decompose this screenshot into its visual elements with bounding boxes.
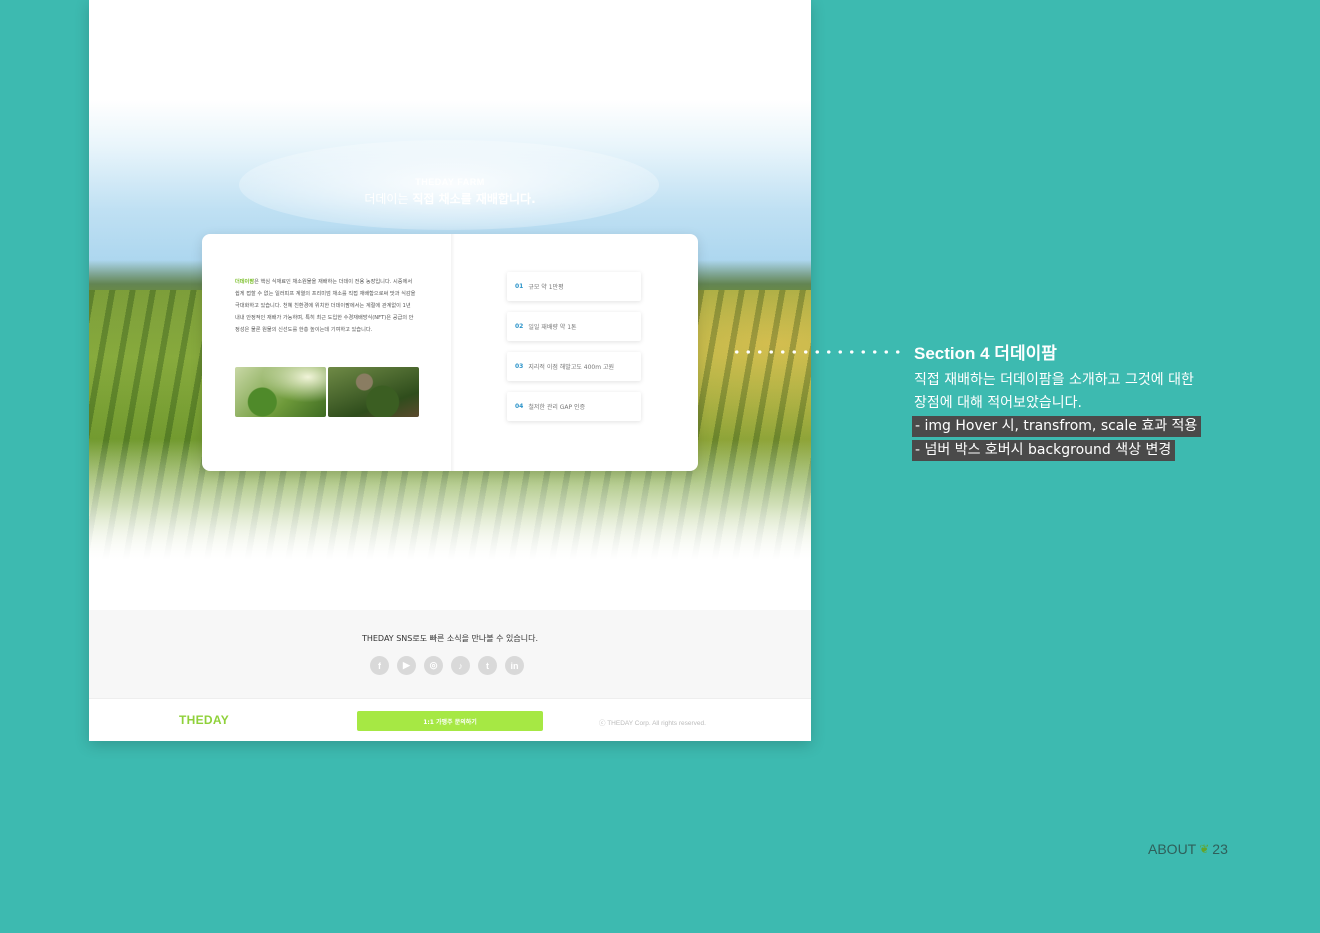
website-mockup: THEDAY FARM 더데이는 직접 채소를 재배합니다. 더데이팜은 핵심 …	[89, 0, 811, 741]
farm-intro-text: 더데이팜은 핵심 식재료인 채소원물을 재배하는 더데이 전용 농장입니다. 시…	[235, 279, 416, 333]
section-title: 더데이는 직접 채소를 재배합니다.	[364, 192, 536, 206]
page-number-value: 23	[1212, 841, 1228, 857]
franchise-inquiry-button[interactable]: 1:1 가맹주 문의하기	[357, 711, 543, 731]
feature-box-04[interactable]: 04 철저한 관리 GAP 인증	[507, 392, 641, 421]
page-number: ABOUT ❦ 23	[1148, 841, 1228, 857]
farm-photo-plants[interactable]	[328, 367, 419, 417]
description-line-2: 장점에 대해 적어보았습니다.	[914, 395, 1082, 411]
theday-logo[interactable]: THEDAY	[179, 713, 229, 727]
dotted-connector	[731, 350, 903, 354]
youtube-icon[interactable]: ▶	[397, 656, 416, 675]
site-footer: THEDAY 1:1 가맹주 문의하기 ⓒ THEDAY Corp. All r…	[89, 698, 811, 741]
feature-box-01[interactable]: 01 규모 약 1만평	[507, 272, 641, 301]
description-tag-hover-scale: - img Hover 시, transfrom, scale 효과 적용	[912, 416, 1202, 437]
sns-title: THEDAY SNS로도 빠른 소식을 만나볼 수 있습니다.	[361, 634, 539, 643]
tiktok-icon[interactable]: ♪	[451, 656, 470, 675]
linkedin-icon[interactable]: in	[505, 656, 524, 675]
page-label: ABOUT	[1148, 841, 1197, 857]
farm-info-card: 더데이팜은 핵심 식재료인 채소원물을 재배하는 더데이 전용 농장입니다. 시…	[202, 234, 698, 471]
card-divider	[451, 234, 455, 471]
description-tag-box-hover: - 넘버 박스 호버시 background 색상 변경	[912, 440, 1176, 461]
description-title: Section 4 더데이팜	[914, 344, 1057, 363]
feature-box-03[interactable]: 03 지리적 이점 해발고도 400m 고원	[507, 352, 641, 381]
copyright-text: ⓒ THEDAY Corp. All rights reserved.	[599, 720, 706, 727]
instagram-icon[interactable]: ◎	[424, 656, 443, 675]
section-kicker: THEDAY FARM	[415, 177, 485, 187]
farm-name-highlight: 더데이팜	[235, 279, 255, 285]
description-line-1: 직접 재배하는 더데이팜을 소개하고 그것에 대한	[914, 372, 1194, 388]
twitter-icon[interactable]: t	[478, 656, 497, 675]
sns-section: THEDAY SNS로도 빠른 소식을 만나볼 수 있습니다. f ▶ ◎ ♪ …	[89, 610, 811, 698]
farm-photo-hand-picking[interactable]	[235, 367, 326, 417]
sprout-icon: ❦	[1199, 842, 1210, 856]
sns-icon-row: f ▶ ◎ ♪ t in	[370, 656, 524, 675]
feature-box-02[interactable]: 02 일일 재배량 약 1톤	[507, 312, 641, 341]
facebook-icon[interactable]: f	[370, 656, 389, 675]
